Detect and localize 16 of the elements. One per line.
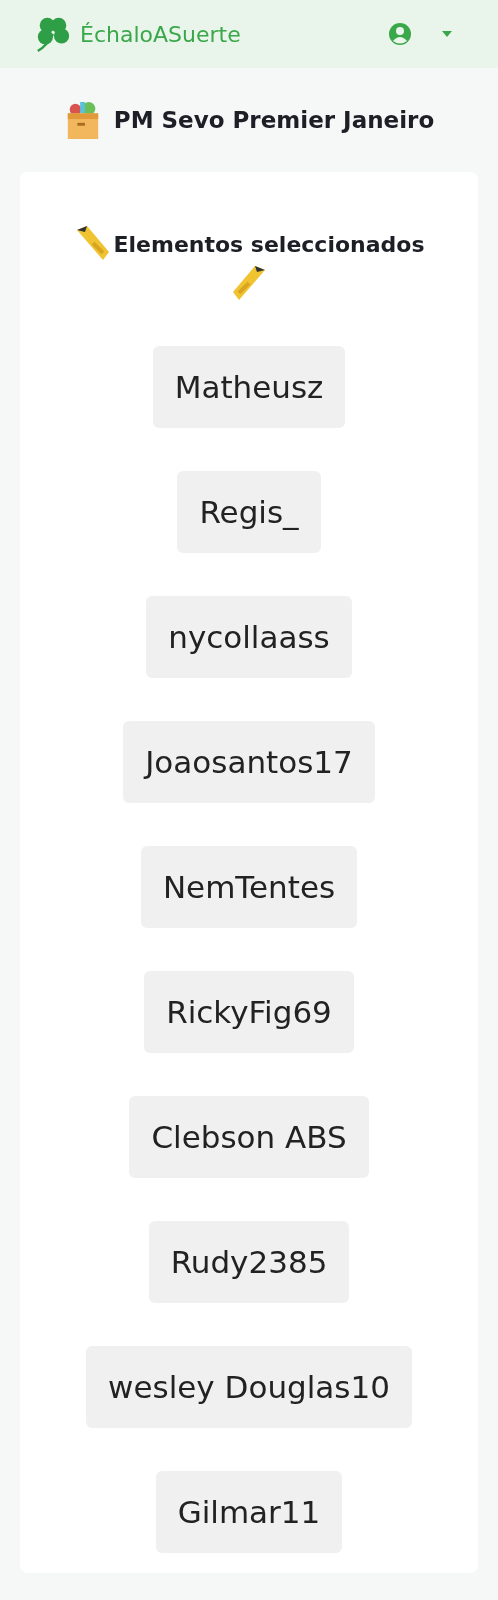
selected-item: Matheusz	[152, 346, 346, 428]
selected-item: Joaosantos17	[123, 721, 375, 803]
section-heading: Elementos seleccionados	[113, 231, 425, 257]
page-title: PM Sevo Premier Janeiro	[113, 107, 435, 133]
user-icon[interactable]	[388, 22, 412, 46]
selected-item: Rudy2385	[148, 1221, 350, 1303]
selected-item: Regis_	[177, 471, 321, 553]
selected-item: Clebson ABS	[129, 1096, 369, 1178]
selected-item: Gilmar11	[155, 1471, 343, 1553]
clover-icon	[34, 15, 72, 53]
brand-name[interactable]: ÉchaloASuerte	[80, 21, 241, 47]
caret-icon[interactable]	[442, 31, 452, 37]
selected-item: wesley Douglas10	[86, 1346, 412, 1428]
selected-item: NemTentes	[140, 846, 358, 928]
selected-item: RickyFig69	[144, 971, 354, 1053]
selected-item: nycollaass	[146, 596, 352, 678]
